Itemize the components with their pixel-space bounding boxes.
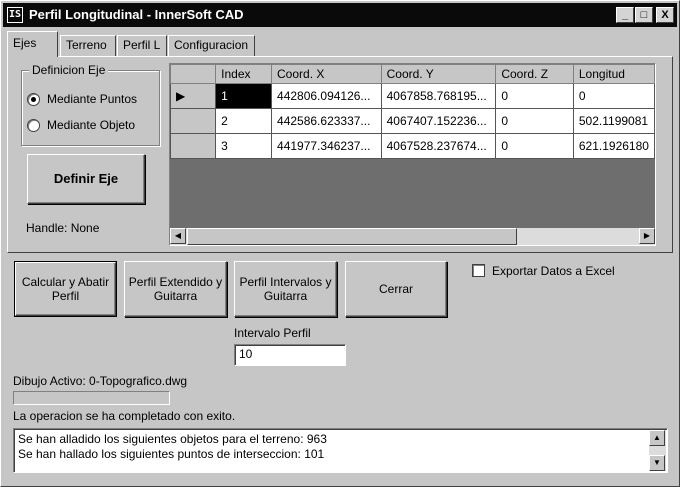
grid-corner <box>170 64 217 84</box>
window-title: Perfil Longitudinal - InnerSoft CAD <box>29 7 244 22</box>
intervalo-perfil-input[interactable]: 10 <box>234 344 346 366</box>
status-message: La operacion se ha completado con exito. <box>13 409 236 423</box>
cell-index[interactable]: 1 <box>215 83 273 109</box>
points-grid[interactable]: Index Coord. X Coord. Y Coord. Z Longitu… <box>169 63 656 246</box>
cell-coord-x[interactable]: 442586.623337... <box>271 108 382 134</box>
definicion-eje-legend: Definicion Eje <box>29 63 109 77</box>
points-table: Index Coord. X Coord. Y Coord. Z Longitu… <box>170 64 655 159</box>
perfil-intervalos-button[interactable]: Perfil Intervalos y Guitarra <box>234 261 337 317</box>
progress-bar <box>13 391 170 405</box>
col-header-longitud[interactable]: Longitud <box>572 64 655 84</box>
grid-horizontal-scrollbar[interactable]: ◀ ▶ <box>170 228 655 245</box>
log-line: Se han alladido los siguientes objetos p… <box>18 432 327 446</box>
radio-label: Mediante Objeto <box>47 118 136 132</box>
log-vertical-scrollbar[interactable]: ▲ ▼ <box>649 430 666 471</box>
scroll-right-icon[interactable]: ▶ <box>639 228 655 244</box>
cell-coord-x[interactable]: 442806.094126... <box>271 83 382 109</box>
cell-coord-y[interactable]: 4067528.237674... <box>380 133 497 159</box>
cell-coord-y[interactable]: 4067858.768195... <box>380 83 497 109</box>
cell-longitud[interactable]: 502.1199081 <box>572 108 655 134</box>
cerrar-button[interactable]: Cerrar <box>345 261 447 317</box>
log-line: Se han hallado los siguientes puntos de … <box>18 447 325 461</box>
log-textarea[interactable]: Se han alladido los siguientes objetos p… <box>13 428 668 473</box>
scroll-up-icon[interactable]: ▲ <box>649 430 665 446</box>
col-header-coord-y[interactable]: Coord. Y <box>380 64 497 84</box>
cell-coord-z[interactable]: 0 <box>495 108 574 134</box>
scroll-down-icon[interactable]: ▼ <box>649 455 665 471</box>
main-window: IS Perfil Longitudinal - InnerSoft CAD _… <box>0 0 680 487</box>
row-header[interactable] <box>170 108 217 134</box>
radio-unselected-icon[interactable] <box>27 118 40 132</box>
cell-coord-x[interactable]: 441977.346237... <box>271 133 382 159</box>
title-bar[interactable]: IS Perfil Longitudinal - InnerSoft CAD _… <box>3 3 677 27</box>
tab-ejes[interactable]: Ejes <box>7 31 58 57</box>
app-icon: IS <box>7 7 23 23</box>
cell-coord-y[interactable]: 4067407.152236... <box>380 108 497 134</box>
exportar-excel-label: Exportar Datos a Excel <box>492 264 615 278</box>
scroll-thumb[interactable] <box>187 228 517 245</box>
radio-mediante-puntos[interactable]: Mediante Puntos <box>27 92 137 106</box>
intervalo-perfil-label: Intervalo Perfil <box>234 326 311 340</box>
table-row[interactable]: 2 442586.623337... 4067407.152236... 0 5… <box>170 108 655 134</box>
grid-header-row: Index Coord. X Coord. Y Coord. Z Longitu… <box>170 64 655 84</box>
cell-longitud[interactable]: 621.1926180 <box>572 133 655 159</box>
close-button[interactable]: X <box>656 7 674 23</box>
definicion-eje-group <box>21 70 160 146</box>
maximize-button[interactable]: □ <box>635 7 653 23</box>
radio-label: Mediante Puntos <box>47 92 138 106</box>
minimize-button[interactable]: _ <box>616 7 634 23</box>
col-header-index[interactable]: Index <box>215 64 273 84</box>
current-row-arrow-icon[interactable]: ▶ <box>170 83 217 109</box>
row-header[interactable] <box>170 133 217 159</box>
scroll-left-icon[interactable]: ◀ <box>170 228 186 244</box>
tab-perfil-l[interactable]: Perfil L <box>117 35 167 56</box>
calcular-abatir-button[interactable]: Calcular y Abatir Perfil <box>14 261 117 317</box>
definir-eje-button[interactable]: Definir Eje <box>27 154 145 204</box>
cell-index[interactable]: 3 <box>215 133 273 159</box>
radio-selected-icon[interactable] <box>27 92 40 106</box>
table-row[interactable]: ▶ 1 442806.094126... 4067858.768195... 0… <box>170 83 655 109</box>
perfil-extendido-button[interactable]: Perfil Extendido y Guitarra <box>124 261 227 317</box>
dibujo-activo-label: Dibujo Activo: 0-Topografico.dwg <box>13 374 188 388</box>
col-header-coord-x[interactable]: Coord. X <box>271 64 382 84</box>
cell-coord-z[interactable]: 0 <box>495 133 574 159</box>
radio-mediante-objeto[interactable]: Mediante Objeto <box>27 118 135 132</box>
col-header-coord-z[interactable]: Coord. Z <box>495 64 574 84</box>
table-row[interactable]: 3 441977.346237... 4067528.237674... 0 6… <box>170 133 655 159</box>
cell-index[interactable]: 2 <box>215 108 273 134</box>
exportar-excel-checkbox[interactable] <box>472 264 485 277</box>
tab-configuracion[interactable]: Configuracion <box>168 35 255 56</box>
tab-terreno[interactable]: Terreno <box>60 35 116 56</box>
cell-longitud[interactable]: 0 <box>572 83 655 109</box>
cell-coord-z[interactable]: 0 <box>495 83 574 109</box>
handle-label: Handle: None <box>26 221 100 235</box>
